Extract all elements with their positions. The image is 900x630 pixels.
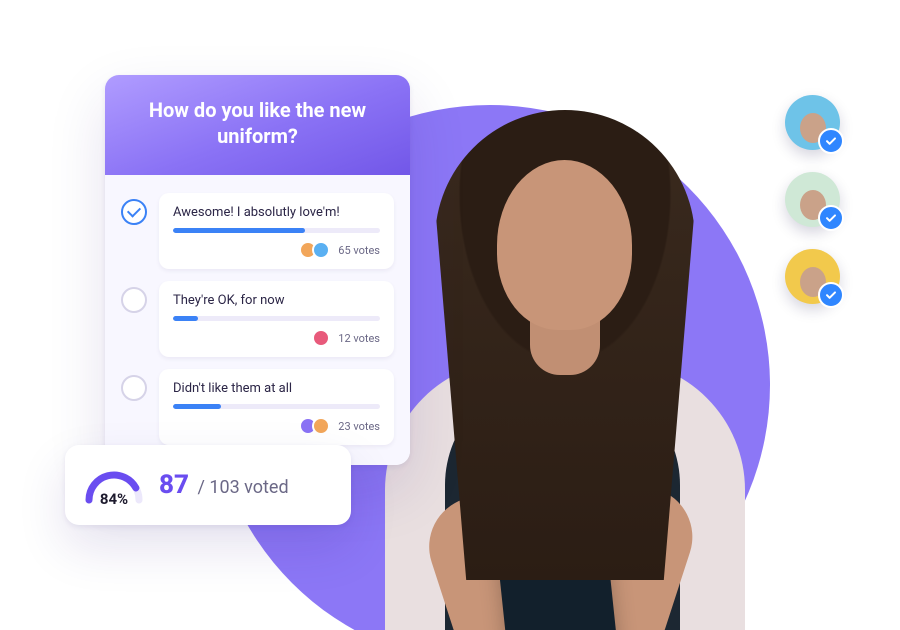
poll-radio[interactable] bbox=[121, 199, 147, 225]
voter-bubble bbox=[785, 249, 840, 304]
poll-bar-track bbox=[173, 404, 380, 409]
poll-option-card: They're OK, for now 12 votes bbox=[159, 281, 394, 357]
vote-count-label: 23 votes bbox=[338, 420, 380, 433]
check-badge-icon bbox=[818, 282, 844, 308]
gauge-percent-label: 84% bbox=[83, 490, 145, 508]
voted-total: / 103 voted bbox=[193, 477, 289, 498]
voter-bubble bbox=[785, 172, 840, 227]
avatar bbox=[312, 241, 330, 259]
poll-option-card: Didn't like them at all 23 votes bbox=[159, 369, 394, 445]
vote-count-label: 65 votes bbox=[338, 244, 380, 257]
voter-avatars bbox=[312, 329, 330, 347]
voter-avatars bbox=[299, 417, 330, 435]
poll-option-label: They're OK, for now bbox=[173, 293, 380, 308]
vote-stats-card: 84% 87 / 103 voted bbox=[65, 445, 351, 525]
poll-option-card: Awesome! I absolutly love'm! 65 votes bbox=[159, 193, 394, 269]
poll-bar-fill bbox=[173, 404, 221, 409]
poll-option[interactable]: Awesome! I absolutly love'm! 65 votes bbox=[121, 193, 394, 269]
poll-radio[interactable] bbox=[121, 375, 147, 401]
poll-option[interactable]: Didn't like them at all 23 votes bbox=[121, 369, 394, 445]
promo-stage: How do you like the new uniform? Awesome… bbox=[0, 0, 900, 630]
voter-bubble bbox=[785, 95, 840, 150]
voter-bubble-column bbox=[785, 95, 840, 304]
poll-option-label: Awesome! I absolutly love'm! bbox=[173, 205, 380, 220]
poll-radio[interactable] bbox=[121, 287, 147, 313]
avatar bbox=[312, 417, 330, 435]
poll-card: How do you like the new uniform? Awesome… bbox=[105, 75, 410, 465]
poll-option-meta: 12 votes bbox=[173, 329, 380, 347]
gauge-chart: 84% bbox=[83, 464, 145, 506]
voter-avatars bbox=[299, 241, 330, 259]
voted-count: 87 bbox=[159, 470, 189, 500]
avatar bbox=[312, 329, 330, 347]
poll-bar-track bbox=[173, 316, 380, 321]
poll-bar-fill bbox=[173, 228, 305, 233]
vote-count-label: 12 votes bbox=[338, 332, 380, 345]
poll-option-meta: 65 votes bbox=[173, 241, 380, 259]
poll-option-meta: 23 votes bbox=[173, 417, 380, 435]
check-badge-icon bbox=[818, 205, 844, 231]
poll-bar-fill bbox=[173, 316, 198, 321]
poll-bar-track bbox=[173, 228, 380, 233]
poll-option[interactable]: They're OK, for now 12 votes bbox=[121, 281, 394, 357]
poll-options-list: Awesome! I absolutly love'm! 65 votes They… bbox=[105, 175, 410, 465]
poll-question: How do you like the new uniform? bbox=[105, 75, 410, 175]
vote-count-text: 87 / 103 voted bbox=[159, 470, 289, 500]
check-badge-icon bbox=[818, 128, 844, 154]
poll-option-label: Didn't like them at all bbox=[173, 381, 380, 396]
